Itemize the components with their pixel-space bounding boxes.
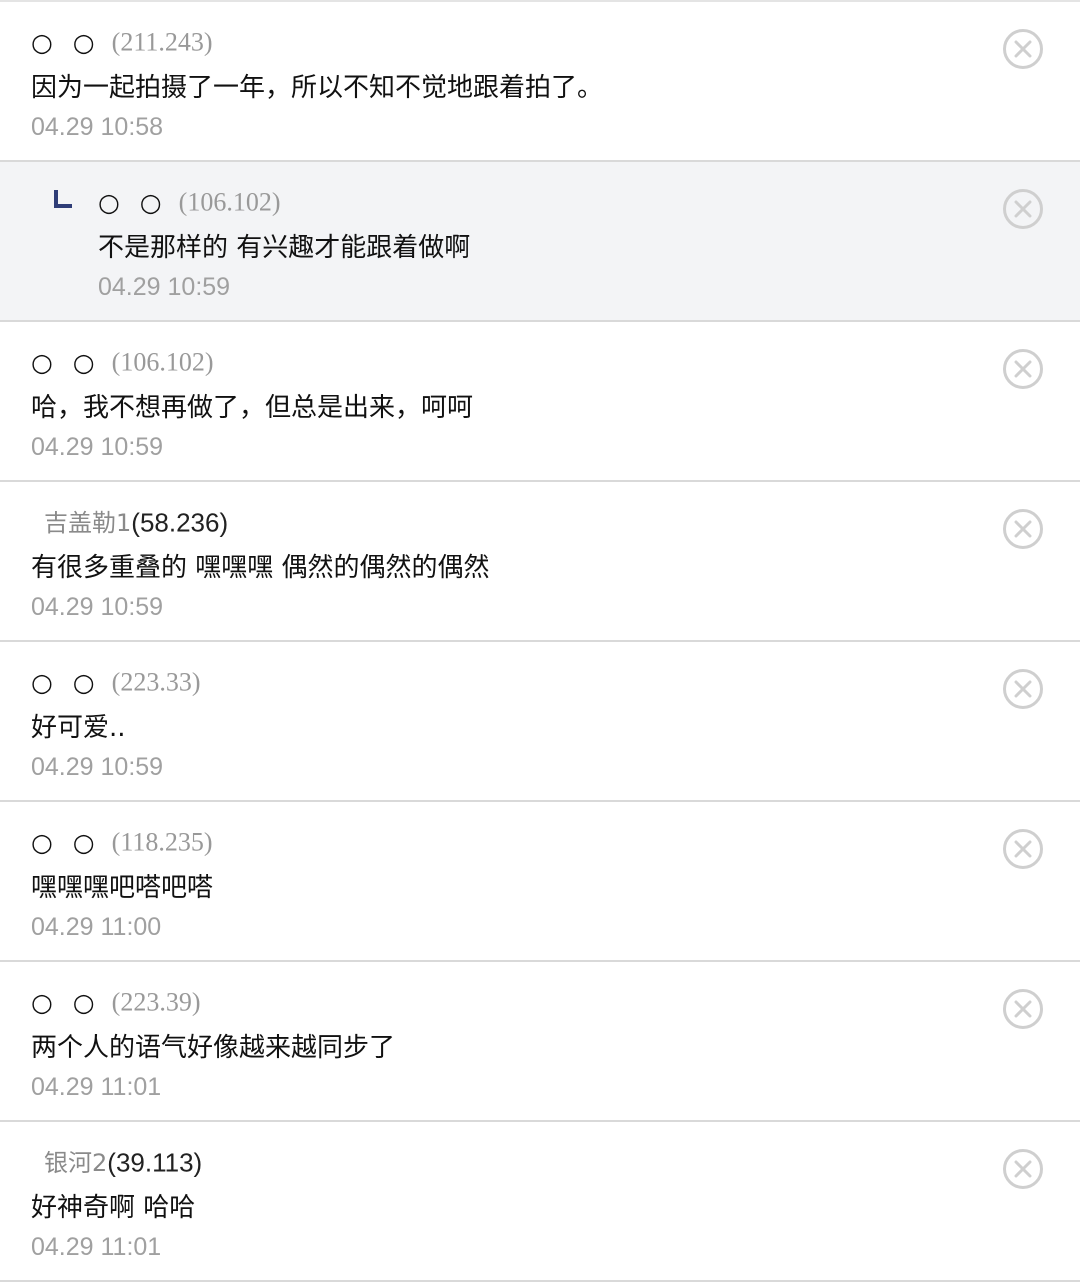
comment-body: ○ ○ (106.102) 不是那样的 有兴趣才能跟着做啊 04.29 10:5… [98, 184, 970, 303]
comment-item: ○ ○ (211.243) 因为一起拍摄了一年，所以不知不觉地跟着拍了。 04.… [0, 2, 1080, 162]
close-circle-icon [1003, 29, 1043, 69]
comment-body: 吉盖勒1(58.236) 有很多重叠的 嘿嘿嘿 偶然的偶然的偶然 04.29 1… [31, 504, 970, 623]
comment-text: 好神奇啊 哈哈 [31, 1193, 196, 1223]
comment-timestamp: 04.29 11:01 [31, 1233, 162, 1261]
comment-author-line: ○ ○ (106.102) [31, 344, 970, 380]
comment-timestamp: 04.29 10:59 [31, 433, 164, 461]
close-circle-icon [1003, 829, 1043, 869]
delete-comment-button[interactable] [1002, 988, 1044, 1030]
comment-item: 吉盖勒1(58.236) 有很多重叠的 嘿嘿嘿 偶然的偶然的偶然 04.29 1… [0, 482, 1080, 642]
comment-body: ○ ○ (106.102) 哈，我不想再做了，但总是出来，呵呵 04.29 10… [31, 344, 970, 463]
comment-timestamp: 04.29 11:00 [31, 913, 162, 941]
comment-body: ○ ○ (211.243) 因为一起拍摄了一年，所以不知不觉地跟着拍了。 04.… [31, 24, 970, 143]
comment-item: ○ ○ (223.33) 好可爱.. 04.29 10:59 [0, 642, 1080, 802]
comment-body: ○ ○ (223.39) 两个人的语气好像越来越同步了 04.29 11:01 [31, 984, 970, 1103]
comment-text: 好可爱.. [31, 713, 126, 743]
comment-text: 哈，我不想再做了，但总是出来，呵呵 [31, 393, 474, 423]
comment-ip: (106.102) [178, 187, 281, 217]
comment-reply-item: ○ ○ (106.102) 不是那样的 有兴趣才能跟着做啊 04.29 10:5… [0, 162, 1080, 322]
delete-comment-button[interactable] [1002, 188, 1044, 230]
comment-nickname[interactable]: ○ ○ [31, 988, 101, 1017]
close-circle-icon [1003, 1149, 1043, 1189]
comment-ip: (58.236) [131, 507, 229, 538]
comment-author-line: ○ ○ (211.243) [31, 24, 970, 60]
delete-comment-button[interactable] [1002, 508, 1044, 550]
comment-text: 嘿嘿嘿吧嗒吧嗒 [31, 873, 214, 903]
comment-author-line: 吉盖勒1(58.236) [31, 504, 970, 540]
comment-item: 银河2(39.113) 好神奇啊 哈哈 04.29 11:01 [0, 1122, 1080, 1282]
comment-nickname[interactable]: 银河2 [44, 1149, 107, 1177]
comment-nickname[interactable]: 吉盖勒1 [44, 509, 131, 537]
comment-ip: (106.102) [111, 347, 214, 377]
close-circle-icon [1003, 669, 1043, 709]
close-circle-icon [1003, 349, 1043, 389]
comment-timestamp: 04.29 10:59 [31, 753, 164, 781]
comment-nickname[interactable]: ○ ○ [31, 28, 101, 57]
comment-nickname[interactable]: ○ ○ [31, 668, 101, 697]
comment-ip: (223.33) [111, 667, 201, 697]
comment-author-line: ○ ○ (223.33) [31, 664, 970, 700]
reply-arrow-icon [54, 190, 72, 208]
comment-nickname[interactable]: ○ ○ [31, 828, 101, 857]
comment-text: 两个人的语气好像越来越同步了 [31, 1033, 396, 1063]
close-circle-icon [1003, 989, 1043, 1029]
comment-author-line: 银河2(39.113) [31, 1144, 970, 1180]
comment-ip: (118.235) [111, 827, 213, 857]
delete-comment-button[interactable] [1002, 1148, 1044, 1190]
comment-body: ○ ○ (118.235) 嘿嘿嘿吧嗒吧嗒 04.29 11:00 [31, 824, 970, 943]
comment-list: ○ ○ (211.243) 因为一起拍摄了一年，所以不知不觉地跟着拍了。 04.… [0, 0, 1080, 1282]
close-circle-icon [1003, 509, 1043, 549]
delete-comment-button[interactable] [1002, 28, 1044, 70]
close-circle-icon [1003, 189, 1043, 229]
comment-author-line: ○ ○ (106.102) [98, 184, 970, 220]
delete-comment-button[interactable] [1002, 828, 1044, 870]
comment-timestamp: 04.29 10:58 [31, 113, 164, 141]
comment-author-line: ○ ○ (118.235) [31, 824, 970, 860]
comment-ip: (211.243) [111, 27, 213, 57]
comment-ip: (223.39) [111, 987, 201, 1017]
comment-text: 因为一起拍摄了一年，所以不知不觉地跟着拍了。 [31, 73, 604, 103]
comment-timestamp: 04.29 11:01 [31, 1073, 162, 1101]
comment-text: 不是那样的 有兴趣才能跟着做啊 [98, 233, 471, 263]
delete-comment-button[interactable] [1002, 668, 1044, 710]
comment-nickname[interactable]: ○ ○ [98, 188, 168, 217]
comment-text: 有很多重叠的 嘿嘿嘿 偶然的偶然的偶然 [31, 553, 490, 583]
comment-body: ○ ○ (223.33) 好可爱.. 04.29 10:59 [31, 664, 970, 783]
comment-author-line: ○ ○ (223.39) [31, 984, 970, 1020]
delete-comment-button[interactable] [1002, 348, 1044, 390]
comment-nickname[interactable]: ○ ○ [31, 348, 101, 377]
comment-ip: (39.113) [107, 1147, 203, 1178]
comment-item: ○ ○ (118.235) 嘿嘿嘿吧嗒吧嗒 04.29 11:00 [0, 802, 1080, 962]
comment-item: ○ ○ (223.39) 两个人的语气好像越来越同步了 04.29 11:01 [0, 962, 1080, 1122]
comment-timestamp: 04.29 10:59 [98, 273, 231, 301]
comment-timestamp: 04.29 10:59 [31, 593, 164, 621]
comment-item: ○ ○ (106.102) 哈，我不想再做了，但总是出来，呵呵 04.29 10… [0, 322, 1080, 482]
comment-body: 银河2(39.113) 好神奇啊 哈哈 04.29 11:01 [31, 1144, 970, 1263]
